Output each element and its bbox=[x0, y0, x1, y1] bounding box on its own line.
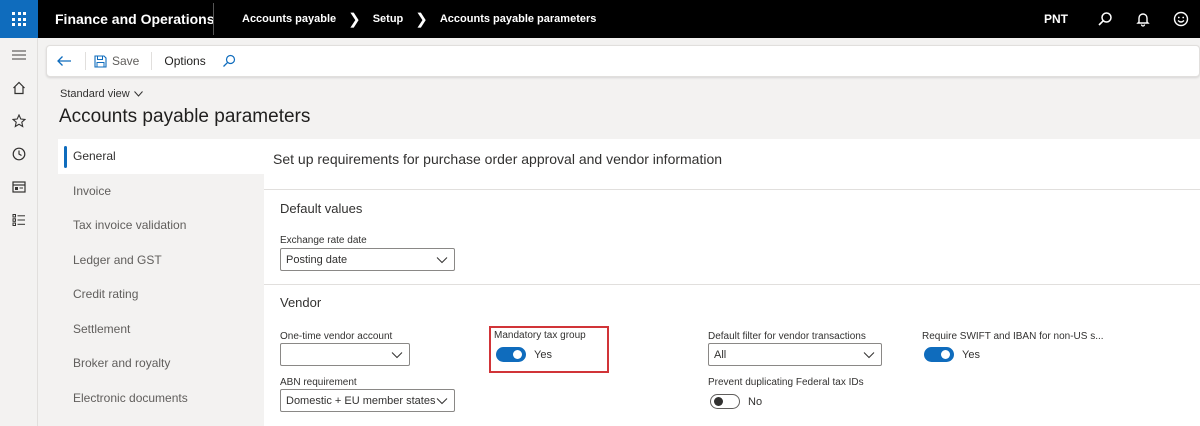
divider bbox=[85, 52, 86, 70]
divider bbox=[264, 189, 1200, 190]
toggle-switch[interactable] bbox=[710, 394, 740, 409]
find-button[interactable] bbox=[214, 46, 244, 76]
tab-invoice[interactable]: Invoice bbox=[58, 174, 264, 209]
content-panel: Set up requirements for purchase order a… bbox=[264, 139, 1200, 426]
top-bar: Finance and Operations Accounts payable … bbox=[0, 0, 1200, 38]
abn-requirement-label: ABN requirement bbox=[280, 377, 357, 388]
options-menu[interactable]: Options bbox=[156, 46, 213, 76]
home-icon[interactable] bbox=[0, 71, 38, 104]
vertical-tabs: General Invoice Tax invoice validation L… bbox=[58, 139, 264, 426]
require-swift-iban-value: Yes bbox=[962, 348, 980, 361]
one-time-vendor-select[interactable] bbox=[280, 343, 410, 366]
search-icon bbox=[222, 54, 235, 67]
bell-icon[interactable] bbox=[1124, 0, 1162, 38]
save-button[interactable]: Save bbox=[90, 46, 147, 76]
breadcrumb-item-accounts-payable[interactable]: Accounts payable bbox=[242, 13, 336, 25]
prevent-duplicating-value: No bbox=[748, 395, 763, 408]
default-filter-value: All bbox=[714, 348, 727, 361]
chevron-down-icon bbox=[133, 91, 143, 97]
chevron-right-icon: ❯ bbox=[415, 10, 428, 28]
list-icon[interactable] bbox=[0, 203, 38, 236]
section-heading: Set up requirements for purchase order a… bbox=[273, 151, 723, 167]
tab-settlement[interactable]: Settlement bbox=[58, 312, 264, 347]
page-title: Accounts payable parameters bbox=[59, 106, 311, 127]
breadcrumb: Accounts payable ❯ Setup ❯ Accounts paya… bbox=[242, 12, 596, 27]
divider bbox=[264, 284, 1200, 285]
chevron-down-icon bbox=[436, 257, 448, 264]
chevron-down-icon bbox=[863, 352, 875, 359]
exchange-rate-date-label: Exchange rate date bbox=[280, 235, 367, 246]
tab-ledger-and-gst[interactable]: Ledger and GST bbox=[58, 243, 264, 278]
breadcrumb-item-parameters[interactable]: Accounts payable parameters bbox=[440, 13, 597, 25]
back-button[interactable] bbox=[47, 46, 81, 76]
prevent-duplicating-toggle[interactable]: No bbox=[710, 394, 762, 409]
tab-broker-and-royalty[interactable]: Broker and royalty bbox=[58, 346, 264, 381]
app-title[interactable]: Finance and Operations bbox=[38, 11, 214, 27]
mandatory-tax-group-label: Mandatory tax group bbox=[494, 330, 586, 341]
tab-credit-rating[interactable]: Credit rating bbox=[58, 277, 264, 312]
top-divider bbox=[213, 3, 214, 35]
require-swift-iban-label: Require SWIFT and IBAN for non-US s... bbox=[922, 331, 1104, 342]
require-swift-iban-toggle[interactable]: Yes bbox=[924, 347, 980, 362]
divider bbox=[151, 52, 153, 70]
workspace-icon[interactable] bbox=[0, 170, 38, 203]
navigation-rail bbox=[0, 38, 38, 426]
save-label: Save bbox=[112, 54, 140, 68]
default-filter-label: Default filter for vendor transactions bbox=[708, 331, 866, 342]
vendor-title[interactable]: Vendor bbox=[280, 295, 321, 310]
mandatory-tax-group-value: Yes bbox=[534, 348, 552, 361]
star-icon[interactable] bbox=[0, 104, 38, 137]
tab-tax-invoice-validation[interactable]: Tax invoice validation bbox=[58, 208, 264, 243]
prevent-duplicating-label: Prevent duplicating Federal tax IDs bbox=[708, 377, 864, 388]
breadcrumb-item-setup[interactable]: Setup bbox=[373, 13, 404, 25]
default-values-title[interactable]: Default values bbox=[280, 201, 362, 216]
action-pane: Save Options bbox=[46, 45, 1200, 77]
exchange-rate-date-select[interactable]: Posting date bbox=[280, 248, 455, 271]
one-time-vendor-label: One-time vendor account bbox=[280, 331, 393, 342]
toggle-switch[interactable] bbox=[924, 347, 954, 362]
tab-electronic-documents[interactable]: Electronic documents bbox=[58, 381, 264, 416]
search-icon[interactable] bbox=[1086, 0, 1124, 38]
tab-general[interactable]: General bbox=[58, 139, 264, 174]
chevron-down-icon bbox=[391, 352, 403, 359]
abn-requirement-select[interactable]: Domestic + EU member states bbox=[280, 389, 455, 412]
abn-requirement-value: Domestic + EU member states bbox=[286, 394, 436, 407]
chevron-down-icon bbox=[436, 398, 448, 405]
clock-icon[interactable] bbox=[0, 137, 38, 170]
save-icon bbox=[94, 54, 107, 68]
arrow-left-icon bbox=[57, 56, 71, 66]
hamburger-icon[interactable] bbox=[0, 38, 38, 71]
view-label: Standard view bbox=[60, 88, 130, 100]
waffle-icon[interactable] bbox=[0, 0, 38, 38]
company-picker[interactable]: PNT bbox=[1044, 12, 1068, 26]
exchange-rate-date-value: Posting date bbox=[286, 253, 348, 266]
default-filter-select[interactable]: All bbox=[708, 343, 882, 366]
mandatory-tax-group-toggle[interactable]: Yes bbox=[496, 347, 552, 362]
chevron-right-icon: ❯ bbox=[348, 10, 361, 28]
view-selector[interactable]: Standard view bbox=[60, 88, 143, 100]
toggle-switch[interactable] bbox=[496, 347, 526, 362]
smiley-icon[interactable] bbox=[1162, 0, 1200, 38]
